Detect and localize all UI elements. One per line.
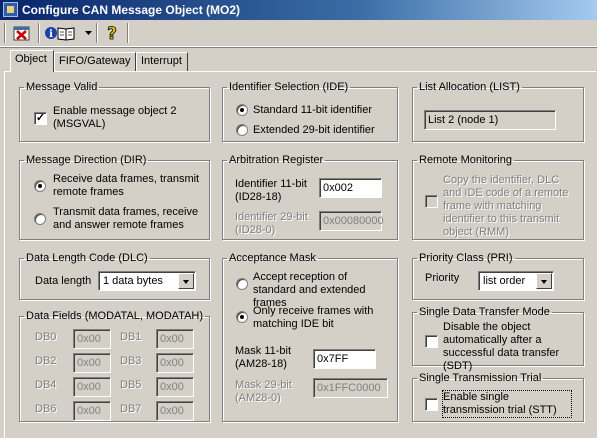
group-title: Acceptance Mask <box>229 252 316 264</box>
chevron-down-icon[interactable] <box>178 273 194 289</box>
toolbar-separator <box>127 23 129 43</box>
toolbar-separator <box>96 23 98 43</box>
info-book-icon: i <box>45 27 75 41</box>
dlc-label: Data length <box>35 275 92 287</box>
toolbar-separator <box>4 23 6 43</box>
group-title: List Allocation (LIST) <box>419 81 520 93</box>
tab-object[interactable]: Object <box>10 50 54 72</box>
db0-label: DB0 <box>35 331 57 343</box>
db3-label: DB3 <box>120 355 142 367</box>
group-title: Identifier Selection (IDE) <box>229 81 349 93</box>
group-title: Single Data Transfer Mode <box>419 306 550 318</box>
mask29-label: Mask 29-bit (AM28-0) <box>235 379 292 404</box>
mask11-label: Mask 11-bit (AM28-18) <box>235 345 292 370</box>
tab-interrupt[interactable]: Interrupt <box>136 52 188 71</box>
ide-extended-label: Extended 29-bit identifier <box>253 124 375 136</box>
stt-label: Enable single transmission trial (STT) <box>442 390 572 418</box>
id11-input[interactable]: 0x002 <box>319 178 382 198</box>
dir-transmit-label: Transmit data frames, receive and answer… <box>53 206 199 231</box>
info-button[interactable]: i <box>43 22 79 44</box>
dir-transmit-radio[interactable] <box>34 213 46 225</box>
db6-input: 0x00 <box>73 401 111 421</box>
db4-input: 0x00 <box>73 377 111 397</box>
dir-receive-label: Receive data frames, transmit remote fra… <box>53 173 200 198</box>
group-title: Priority Class (PRI) <box>419 252 513 264</box>
list-allocation-field: List 2 (node 1) <box>424 110 556 130</box>
sdt-label: Disable the object automatically after a… <box>443 321 560 372</box>
ide-extended-radio[interactable] <box>236 124 248 136</box>
mask11-input[interactable]: 0x7FF <box>313 349 376 369</box>
chevron-down-icon[interactable] <box>536 273 552 289</box>
close-button[interactable] <box>10 22 34 44</box>
db1-label: DB1 <box>120 331 142 343</box>
mask-accept-all-radio[interactable] <box>236 278 248 290</box>
db2-input: 0x00 <box>73 353 111 373</box>
help-button[interactable]: ? <box>101 22 123 44</box>
toolbar-separator <box>38 23 40 43</box>
group-title: Single Transmission Trial <box>419 372 542 384</box>
msgval-label: Enable message object 2 (MSGVAL) <box>53 105 177 130</box>
db1-input: 0x00 <box>156 329 194 349</box>
help-question-icon: ? <box>107 24 118 42</box>
group-title: Data Fields (MODATAL, MODATAH) <box>26 310 204 322</box>
rmm-label: Copy the identifier, DLC and IDE code of… <box>443 174 569 238</box>
info-dropdown-button[interactable] <box>82 22 94 44</box>
dlc-selected-value: 1 data bytes <box>103 275 163 287</box>
group-title: Remote Monitoring <box>419 154 512 166</box>
priority-selected-value: list order <box>483 275 526 287</box>
rmm-checkbox <box>425 195 438 208</box>
mask-match-ide-radio[interactable] <box>236 311 248 323</box>
priority-label: Priority <box>425 272 460 284</box>
group-title: Message Valid <box>26 81 98 93</box>
tab-fifo-gateway[interactable]: FIFO/Gateway <box>54 52 136 71</box>
db6-label: DB6 <box>35 403 57 415</box>
stt-checkbox[interactable] <box>425 398 438 411</box>
sdt-checkbox[interactable] <box>425 335 438 348</box>
db3-input: 0x00 <box>156 353 194 373</box>
id29-label: Identifier 29-bit (ID28-0) <box>235 211 308 236</box>
db7-input: 0x00 <box>156 401 194 421</box>
svg-text:?: ? <box>107 24 117 42</box>
db2-label: DB2 <box>35 355 57 367</box>
db5-input: 0x00 <box>156 377 194 397</box>
mask29-input: 0x1FFC0000 <box>313 378 388 398</box>
title-bar: Configure CAN Message Object (MO2) <box>0 0 597 20</box>
ide-standard-radio[interactable] <box>236 104 248 116</box>
toolbar: i ? <box>0 20 597 47</box>
group-title: Arbitration Register <box>229 154 324 166</box>
db0-input: 0x00 <box>73 329 111 349</box>
db4-label: DB4 <box>35 379 57 391</box>
group-title: Data Length Code (DLC) <box>26 252 148 264</box>
group-title: Message Direction (DIR) <box>26 154 147 166</box>
dir-receive-radio[interactable] <box>34 180 46 192</box>
db5-label: DB5 <box>120 379 142 391</box>
ide-standard-label: Standard 11-bit identifier <box>253 104 373 116</box>
window-title: Configure CAN Message Object (MO2) <box>22 3 241 17</box>
chevron-down-icon <box>84 31 92 35</box>
msgval-checkbox[interactable]: ✓ <box>34 112 47 125</box>
svg-text:i: i <box>49 29 53 40</box>
app-icon <box>3 2 18 17</box>
dlc-select[interactable]: 1 data bytes <box>98 271 196 291</box>
db7-label: DB7 <box>120 403 142 415</box>
id11-label: Identifier 11-bit (ID28-18) <box>235 178 307 203</box>
id29-input: 0x00080000 <box>319 211 384 231</box>
priority-select[interactable]: list order <box>478 271 554 291</box>
close-x-icon <box>13 26 30 40</box>
mask-match-ide-label: Only receive frames with matching IDE bi… <box>253 305 374 330</box>
